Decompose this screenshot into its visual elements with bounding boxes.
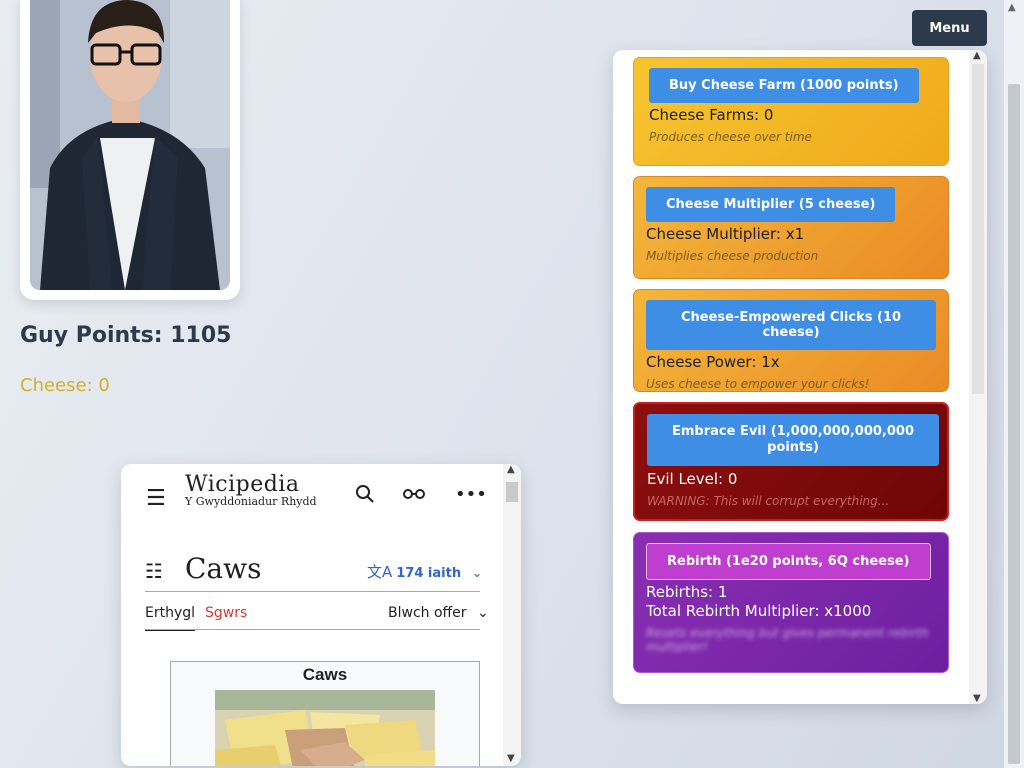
reading-glasses-icon[interactable] <box>403 486 425 507</box>
wiki-article-title: Caws <box>185 552 262 585</box>
rebirth-multiplier-stat: Total Rebirth Multiplier: x1000 <box>646 602 872 620</box>
upgrade-card-embrace-evil: Embrace Evil (1,000,000,000,000 points) … <box>633 402 949 521</box>
player-photo-card[interactable] <box>20 0 240 300</box>
embrace-evil-description: WARNING: This will corrupt everything... <box>647 494 890 508</box>
wiki-infobox: Caws <box>170 661 480 766</box>
tabs-divider <box>145 629 480 630</box>
tab-tools[interactable]: Blwch offer ⌄ <box>388 605 489 621</box>
player-photo[interactable] <box>30 0 230 290</box>
upgrade-card-cheese-multiplier: Cheese Multiplier (5 cheese) Cheese Mult… <box>633 176 949 279</box>
scroll-down-icon[interactable]: ▼ <box>507 753 515 764</box>
guy-points-counter: Guy Points: 1105 <box>20 323 232 348</box>
wiki-logo[interactable]: Wicipedia Y Gwyddoniadur Rhydd <box>185 472 317 508</box>
wiki-logo-wordmark: Wicipedia <box>185 472 300 497</box>
tools-label: Blwch offer <box>388 605 467 621</box>
page-scrollbar[interactable]: ▲ <box>1004 0 1024 768</box>
tab-talk[interactable]: Sgwrs <box>205 605 247 621</box>
menu-button[interactable]: Menu <box>912 10 987 46</box>
evil-level-stat: Evil Level: 0 <box>647 470 738 488</box>
upgrades-panel: Buy Cheese Farm (1000 points) Cheese Far… <box>613 50 987 704</box>
cheese-farm-description: Produces cheese over time <box>649 130 812 144</box>
wiki-embed-window: ☰ Wicipedia Y Gwyddoniadur Rhydd ••• ☷ C… <box>121 464 521 766</box>
cheese-image[interactable] <box>215 690 435 766</box>
buy-cheese-farm-button[interactable]: Buy Cheese Farm (1000 points) <box>649 68 919 103</box>
chevron-down-icon: ⌄ <box>477 605 489 621</box>
wiki-scrollbar-thumb[interactable] <box>506 482 518 502</box>
upgrade-card-cheese-clicks: Cheese-Empowered Clicks (10 cheese) Chee… <box>633 289 949 392</box>
rebirths-stat: Rebirths: 1 <box>646 583 728 601</box>
upgrade-card-cheese-farm: Buy Cheese Farm (1000 points) Cheese Far… <box>633 57 949 166</box>
language-count: 174 iaith <box>396 566 462 581</box>
contents-list-icon[interactable]: ☷ <box>145 559 163 583</box>
translate-icon: 文A <box>367 563 393 581</box>
chevron-down-icon: ⌄ <box>471 566 483 581</box>
infobox-title: Caws <box>302 665 348 684</box>
cheese-counter: Cheese: 0 <box>20 375 110 396</box>
tab-article[interactable]: Erthygl <box>145 605 196 631</box>
upgrades-scrollbar-thumb[interactable] <box>972 64 984 394</box>
cheese-empowered-clicks-button[interactable]: Cheese-Empowered Clicks (10 cheese) <box>646 300 936 350</box>
cheese-multiplier-button[interactable]: Cheese Multiplier (5 cheese) <box>646 187 896 222</box>
cheese-power-stat: Cheese Power: 1x <box>646 353 780 371</box>
cheese-farms-stat: Cheese Farms: 0 <box>649 106 774 124</box>
scroll-up-icon[interactable]: ▲ <box>507 464 515 475</box>
language-selector[interactable]: 文A 174 iaith ⌄ <box>367 561 483 582</box>
upgrades-scrollbar[interactable]: ▲ ▼ <box>969 50 987 704</box>
cheese-multiplier-stat: Cheese Multiplier: x1 <box>646 225 805 243</box>
more-options-icon[interactable]: ••• <box>455 484 487 505</box>
rebirth-button[interactable]: Rebirth (1e20 points, 6Q cheese) <box>646 543 931 580</box>
wiki-scrollbar[interactable]: ▲ ▼ <box>503 464 521 766</box>
scroll-down-icon[interactable]: ▼ <box>973 693 981 704</box>
hamburger-icon[interactable]: ☰ <box>146 486 166 511</box>
embrace-evil-button[interactable]: Embrace Evil (1,000,000,000,000 points) <box>647 414 939 466</box>
wiki-logo-tagline: Y Gwyddoniadur Rhydd <box>185 495 317 508</box>
rebirth-description: Resets everything but gives permanent re… <box>646 626 929 654</box>
cheese-multiplier-description: Multiplies cheese production <box>646 249 819 263</box>
cheese-clicks-description: Uses cheese to empower your clicks! <box>646 377 870 391</box>
upgrade-card-rebirth: Rebirth (1e20 points, 6Q cheese) Rebirth… <box>633 532 949 673</box>
title-divider <box>145 591 480 592</box>
scroll-up-icon[interactable]: ▲ <box>1008 2 1016 13</box>
scroll-up-icon[interactable]: ▲ <box>973 50 981 61</box>
search-icon[interactable] <box>355 484 375 509</box>
page-scrollbar-thumb[interactable] <box>1008 84 1020 764</box>
